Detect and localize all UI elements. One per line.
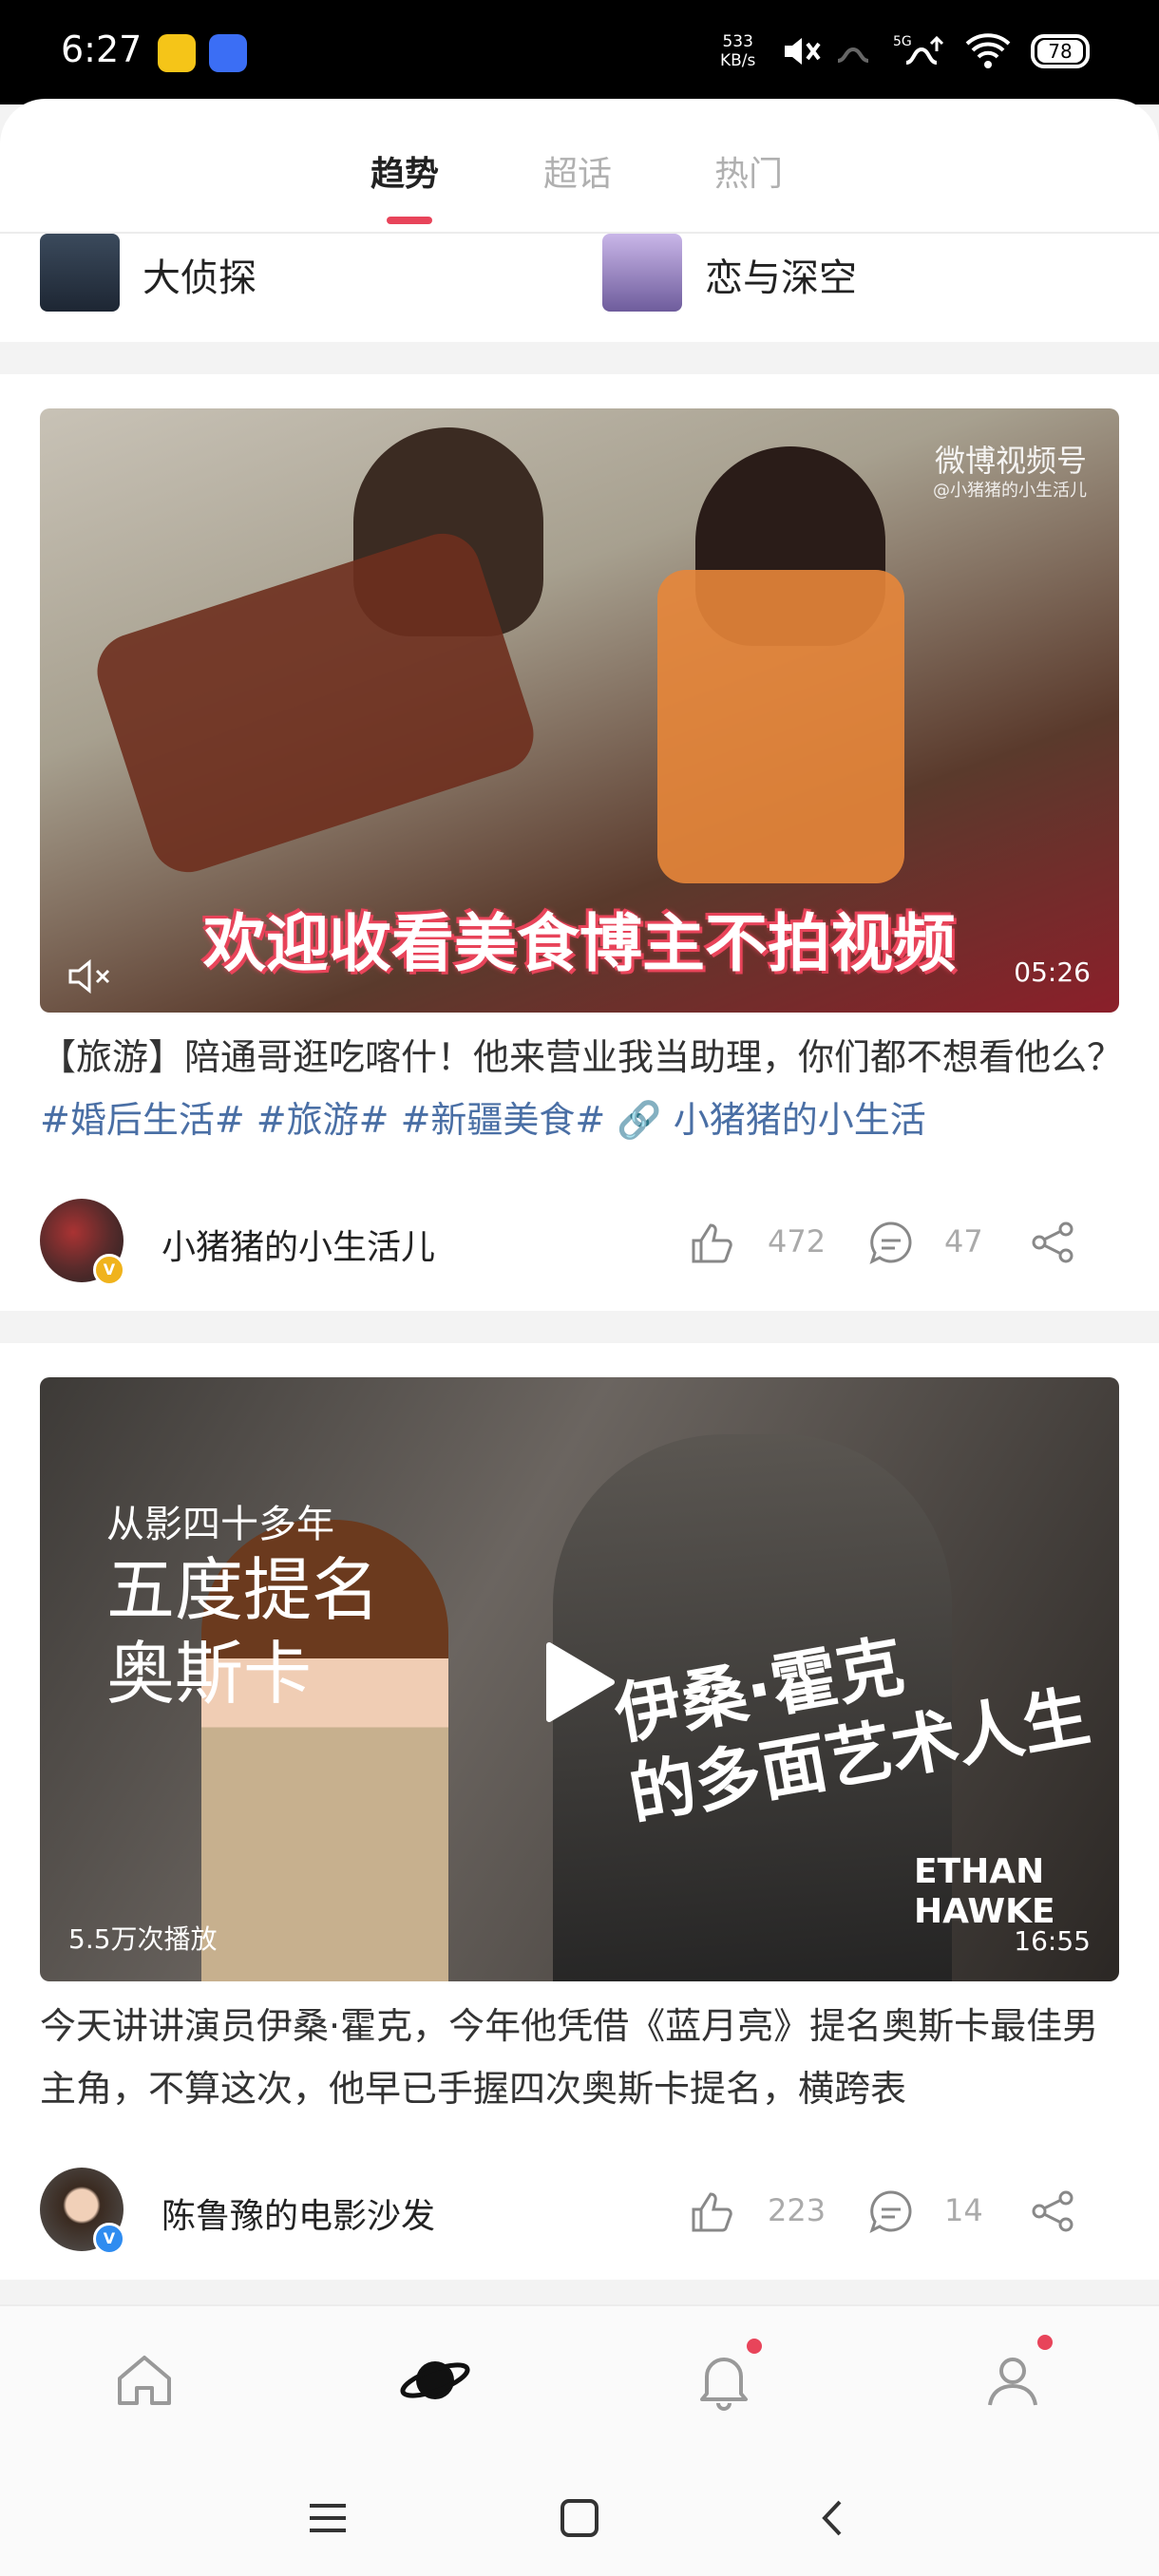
messaging-app-icon bbox=[158, 34, 196, 72]
play-count: 5.5万次播放 bbox=[68, 1923, 218, 1955]
verified-badge-icon: V bbox=[93, 2223, 125, 2255]
notification-dot bbox=[747, 2339, 762, 2354]
top-tab-bar: 趋势 超话 热门 bbox=[0, 99, 1159, 234]
battery-indicator: 78 bbox=[1031, 34, 1090, 68]
menu-icon[interactable] bbox=[304, 2494, 352, 2542]
comment-icon[interactable] bbox=[864, 1216, 918, 1269]
home-square-icon[interactable] bbox=[556, 2494, 603, 2542]
video-duration: 16:55 bbox=[1014, 1925, 1091, 1957]
feed-card: 从影四十多年 五度提名 奥斯卡 伊桑·霍克 的多面艺术人生 ETHAN HAWK… bbox=[0, 1343, 1159, 2280]
video-player[interactable]: 从影四十多年 五度提名 奥斯卡 伊桑·霍克 的多面艺术人生 ETHAN HAWK… bbox=[40, 1377, 1119, 1981]
author-row: V 小猪猪的小生活儿 472 47 bbox=[40, 1199, 1119, 1286]
topic-thumbnail-detective[interactable] bbox=[40, 234, 120, 312]
like-icon[interactable] bbox=[686, 2185, 739, 2238]
discover-planet-icon[interactable] bbox=[397, 2346, 473, 2415]
topic-label-love-deep-space[interactable]: 恋与深空 bbox=[705, 247, 857, 302]
play-icon[interactable] bbox=[542, 1639, 618, 1725]
system-nav-bar bbox=[0, 2458, 1159, 2576]
video-overlay-english-name: ETHAN HAWKE bbox=[914, 1852, 1055, 1931]
hashtag[interactable]: #新疆美食# bbox=[401, 1099, 606, 1141]
hashtag[interactable]: #婚后生活# bbox=[40, 1099, 245, 1141]
clock: 6:27 bbox=[61, 28, 142, 70]
video-mute-icon[interactable] bbox=[63, 950, 116, 1003]
cloud-app-icon bbox=[209, 34, 247, 72]
back-icon[interactable] bbox=[809, 2494, 857, 2542]
tab-super-topic[interactable]: 超话 bbox=[543, 146, 612, 196]
video-caption-banner: 欢迎收看美食博主不拍视频 bbox=[203, 907, 956, 980]
post-text[interactable]: 今天讲讲演员伊桑·霍克，今年他凭借《蓝月亮》提名奥斯卡最佳男主角，不算这次，他早… bbox=[40, 1995, 1123, 2120]
topic-label-detective[interactable]: 大侦探 bbox=[142, 247, 256, 302]
video-player[interactable]: 微博视频号 @小猪猪的小生活儿 欢迎收看美食博主不拍视频 05:26 bbox=[40, 408, 1119, 1013]
network-speed: 533 KB/s bbox=[720, 32, 756, 70]
author-row: V 陈鲁豫的电影沙发 223 14 bbox=[40, 2168, 1119, 2255]
weibo-video-watermark: 微博视频号 bbox=[934, 443, 1087, 479]
comment-count: 14 bbox=[944, 2192, 983, 2228]
share-icon[interactable] bbox=[1026, 2185, 1079, 2238]
bottom-nav-bar bbox=[0, 2304, 1159, 2460]
tab-hot[interactable]: 热门 bbox=[714, 146, 783, 196]
status-bar: 6:27 533 KB/s 5G 78 bbox=[0, 0, 1159, 104]
profile-icon[interactable] bbox=[978, 2346, 1047, 2415]
comment-count: 47 bbox=[944, 1223, 983, 1260]
like-icon[interactable] bbox=[686, 1216, 739, 1269]
watermark-handle: @小猪猪的小生活儿 bbox=[933, 481, 1087, 501]
signal-sim2-icon bbox=[905, 35, 944, 65]
video-food-noodles bbox=[657, 570, 904, 883]
author-name[interactable]: 小猪猪的小生活儿 bbox=[162, 1220, 435, 1269]
profile-notification-dot bbox=[1037, 2335, 1053, 2350]
active-tab-indicator bbox=[387, 217, 432, 224]
feed-card: 微博视频号 @小猪猪的小生活儿 欢迎收看美食博主不拍视频 05:26 【旅游】陪… bbox=[0, 374, 1159, 1311]
profile-link[interactable]: 🔗 小猪猪的小生活 bbox=[617, 1099, 925, 1141]
tab-trending[interactable]: 趋势 bbox=[370, 146, 439, 196]
topic-thumbnail-love-deep-space[interactable] bbox=[602, 234, 682, 312]
share-icon[interactable] bbox=[1026, 1216, 1079, 1269]
like-count: 472 bbox=[768, 1223, 826, 1260]
topic-row: 大侦探 恋与深空 bbox=[0, 234, 1159, 342]
video-food-skewers bbox=[87, 523, 543, 882]
author-name[interactable]: 陈鲁豫的电影沙发 bbox=[162, 2188, 435, 2238]
mute-status-icon bbox=[785, 38, 821, 65]
post-text[interactable]: 【旅游】陪通哥逛吃喀什！他来营业我当助理，你们都不想看他么？ #婚后生活# #旅… bbox=[40, 1026, 1123, 1151]
comment-icon[interactable] bbox=[864, 2185, 918, 2238]
video-overlay-left-text: 从影四十多年 五度提名 奥斯卡 bbox=[106, 1503, 381, 1714]
home-icon[interactable] bbox=[110, 2346, 179, 2415]
hashtag[interactable]: #旅游# bbox=[256, 1099, 390, 1141]
wifi-icon bbox=[965, 33, 1011, 68]
video-duration: 05:26 bbox=[1014, 957, 1091, 988]
verified-badge-icon: V bbox=[93, 1254, 125, 1286]
signal-sim1-icon bbox=[837, 47, 869, 63]
like-count: 223 bbox=[768, 2192, 826, 2228]
notification-bell-icon[interactable] bbox=[690, 2346, 758, 2415]
